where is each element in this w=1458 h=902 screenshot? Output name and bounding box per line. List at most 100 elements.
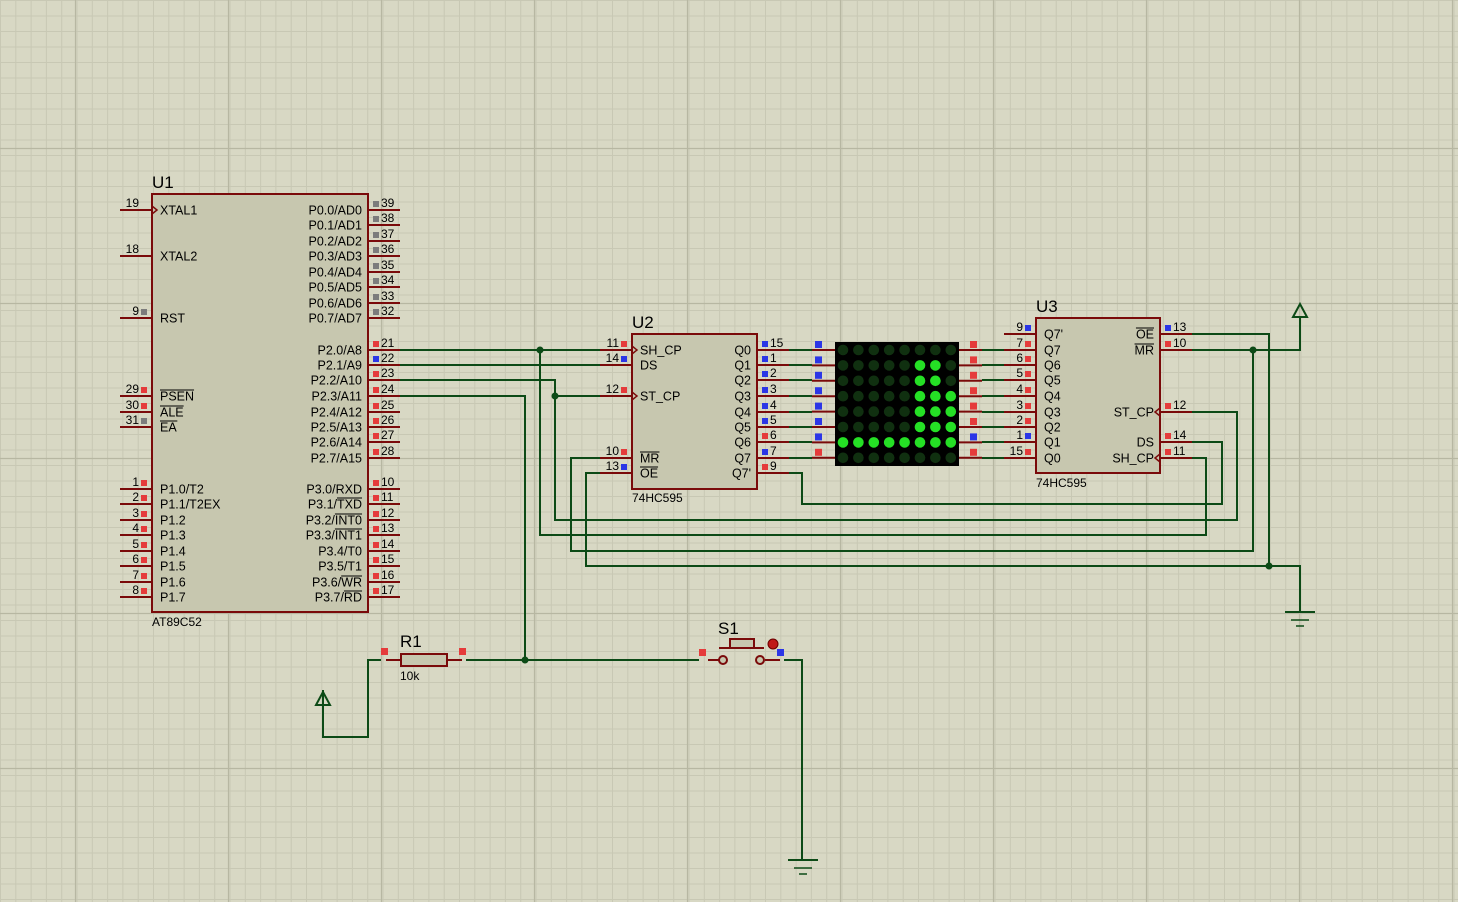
s1-actuator-cap[interactable] — [729, 638, 755, 649]
led-dot — [945, 406, 957, 417]
led-dot — [868, 375, 880, 387]
led-dot — [930, 406, 941, 417]
wire-junction — [1265, 562, 1273, 570]
u1-pin-number: 12 — [381, 506, 395, 520]
u3-pin-label: Q3 — [1044, 406, 1061, 420]
led-matrix-left-pin-state — [815, 341, 822, 348]
u1-pin-label: P0.7/AD7 — [308, 312, 362, 326]
u1-pin-number: 6 — [132, 552, 139, 566]
u1-pin-state-indicator — [373, 588, 379, 594]
u1-pin-number: 22 — [381, 351, 395, 365]
u1-pin-label: P3.7/RD — [315, 591, 362, 605]
u2-pin-number: 4 — [770, 398, 777, 412]
led-matrix-left-pin-state — [815, 387, 822, 395]
u1-pin-number: 33 — [381, 289, 395, 303]
u3-pin-label: OE — [1136, 328, 1154, 342]
u1-pin-number: 15 — [381, 552, 395, 566]
u1-pin-number: 1 — [132, 475, 139, 489]
u1-pin-label: P0.1/AD1 — [308, 219, 362, 233]
wire-junction — [521, 656, 529, 664]
led-dot — [930, 344, 941, 356]
u1-pin-state-indicator — [373, 449, 379, 455]
u2-pin-state-indicator — [762, 418, 768, 424]
u1-pin-state-indicator — [141, 557, 147, 563]
u1-pin-number: 10 — [381, 475, 395, 489]
u3-pin-state-indicator — [1165, 403, 1171, 409]
s1-pin-1 — [699, 649, 706, 656]
led-dot — [883, 406, 895, 417]
r1-pin-1 — [381, 648, 388, 655]
led-matrix-left-pin-state — [815, 418, 822, 425]
u3-pin-number: 9 — [1016, 320, 1023, 334]
ground-terminal-bottom[interactable] — [788, 859, 818, 875]
led-dot — [899, 344, 910, 356]
led-dot — [868, 344, 880, 356]
u3-pin-label: Q0 — [1044, 452, 1061, 466]
u1-pin-number: 24 — [381, 382, 395, 396]
u1-pin-label: P2.3/A11 — [311, 390, 362, 404]
led-matrix-body[interactable] — [835, 342, 959, 466]
led-matrix-left-pin-state — [815, 356, 822, 364]
wire-junction — [536, 346, 544, 354]
led-matrix[interactable] — [812, 341, 982, 466]
u3-pin-state-indicator — [1165, 341, 1171, 347]
u1-pin-state-indicator — [373, 232, 379, 238]
u2-pin-state-indicator — [762, 449, 768, 455]
u1-pin-number: 7 — [132, 568, 139, 582]
u3-pin-number: 10 — [1173, 336, 1187, 350]
led-dot — [899, 375, 910, 387]
led-matrix-right-pin-state — [970, 387, 977, 395]
u3-pin-label: Q1 — [1044, 436, 1061, 450]
u3-pin-number: 4 — [1016, 382, 1023, 396]
u1-pin-number: 30 — [126, 398, 140, 412]
led-dot — [945, 344, 957, 356]
u2-pin-label: ST_CP — [640, 390, 680, 404]
u1-pin-label: P2.1/A9 — [318, 359, 363, 373]
u1-pin-number: 4 — [132, 521, 139, 535]
r1-body[interactable] — [400, 653, 448, 667]
u1-pin-label: P0.6/AD6 — [308, 297, 362, 311]
u1-pin-label: P2.2/A10 — [311, 374, 362, 388]
s1-push-button[interactable]: S1 — [699, 619, 784, 665]
u1-pin-state-indicator — [373, 511, 379, 517]
u1-microcontroller[interactable]: U1 AT89C52 19XTAL118XTAL29RST29PSEN30ALE… — [120, 173, 400, 629]
u1-pin-label: P1.3 — [160, 529, 186, 543]
u1-pin-number: 18 — [126, 242, 140, 256]
u2-pin-state-indicator — [621, 341, 627, 347]
u2-pin-state-indicator — [762, 433, 768, 439]
u2-pin-label: Q4 — [734, 406, 751, 420]
u3-pin-state-indicator — [1165, 449, 1171, 455]
u1-pin-label: P0.4/AD4 — [308, 266, 362, 280]
u1-pin-number: 39 — [381, 196, 395, 210]
u3-pin-number: 14 — [1173, 428, 1187, 442]
u3-pin-number: 6 — [1016, 351, 1023, 365]
s1-click-indicator[interactable] — [767, 638, 779, 650]
u1-pin-label: P3.6/WR — [312, 576, 362, 590]
led-matrix-right-pin-state — [970, 418, 977, 425]
u3-pin-label: Q6 — [1044, 359, 1061, 373]
u3-pin-number: 2 — [1016, 413, 1023, 427]
r1-resistor[interactable]: R1 10k — [381, 632, 466, 683]
u1-pin-number: 36 — [381, 242, 395, 256]
u1-pin-label: P1.5 — [160, 560, 186, 574]
u1-pin-state-indicator — [141, 387, 147, 393]
u2-pin-state-indicator — [762, 464, 768, 470]
u3-pin-label: MR — [1135, 344, 1154, 358]
u3-pin-number: 12 — [1173, 398, 1187, 412]
u1-pin-state-indicator — [373, 418, 379, 424]
u3-pin-label: Q2 — [1044, 421, 1061, 435]
u1-pin-label: PSEN — [160, 390, 194, 404]
u1-pin-label: P2.5/A13 — [311, 421, 362, 435]
u1-pin-state-indicator — [373, 247, 379, 253]
led-dot — [930, 421, 941, 433]
u1-pin-state-indicator — [373, 201, 379, 207]
u1-pin-state-indicator — [373, 216, 379, 222]
u3-pin-number: 13 — [1173, 320, 1187, 334]
u1-pin-number: 9 — [132, 304, 139, 318]
u1-pin-state-indicator — [141, 403, 147, 409]
led-matrix-left-pin-state — [815, 402, 822, 410]
u2-pin-number: 12 — [606, 382, 620, 396]
u3-pin-state-indicator — [1165, 433, 1171, 439]
schematic-canvas[interactable]: U1 AT89C52 19XTAL118XTAL29RST29PSEN30ALE… — [0, 0, 1458, 902]
led-dot — [883, 375, 895, 387]
